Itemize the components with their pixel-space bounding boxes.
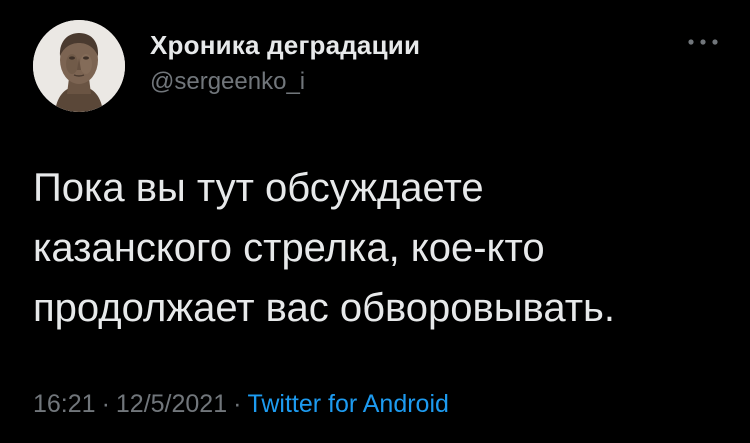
tweet-metadata: 16:21 · 12/5/2021 · Twitter for Android [33, 390, 449, 419]
tweet-text-line: продолжает вас обворовывать. [33, 286, 615, 330]
display-name[interactable]: Хроника деградации [150, 30, 420, 61]
tweet-text: Пока вы тут обсуждаете казанского стрелк… [33, 158, 713, 338]
meta-separator: · [101, 390, 110, 418]
roman-bust-avatar-icon [33, 20, 125, 112]
tweet-text-line: Пока вы тут обсуждаете [33, 166, 484, 210]
avatar[interactable] [33, 20, 125, 112]
meta-separator: · [233, 390, 242, 418]
user-handle[interactable]: @sergeenko_i [150, 68, 305, 96]
tweet-date[interactable]: 12/5/2021 [116, 390, 227, 418]
more-horizontal-icon [688, 39, 718, 45]
tweet-time[interactable]: 16:21 [33, 390, 96, 418]
more-options-button[interactable] [683, 30, 723, 54]
tweet-source-link[interactable]: Twitter for Android [247, 390, 448, 418]
tweet-card: Хроника деградации @sergeenko_i Пока вы … [0, 0, 750, 443]
tweet-text-line: казанского стрелка, кое-кто [33, 226, 545, 270]
